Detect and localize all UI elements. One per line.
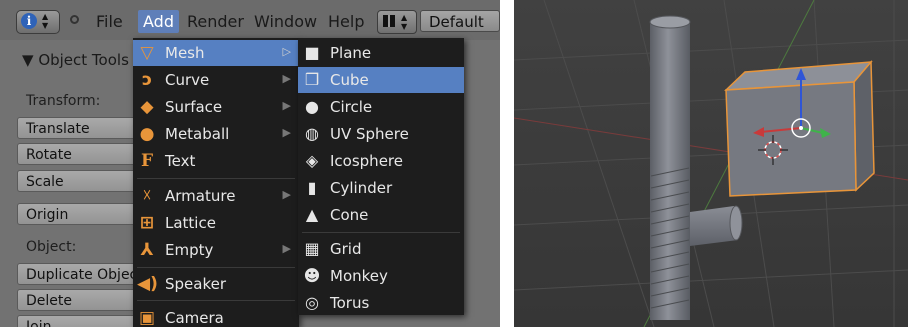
mesh-menu-item-label: Icosphere bbox=[330, 152, 403, 170]
cylinder-icon: ▮ bbox=[307, 178, 317, 197]
mesh-menu-item-icosphere[interactable]: ◈ Icosphere bbox=[298, 148, 464, 174]
add-menu-item-armature[interactable]: ☓ Armature ▶ bbox=[133, 183, 299, 209]
menu-separator bbox=[137, 300, 295, 301]
add-menu-item-surface[interactable]: ◆ Surface ▶ bbox=[133, 94, 299, 120]
cube-icon: ❒ bbox=[304, 70, 320, 89]
monkey-icon: ☻ bbox=[303, 266, 321, 285]
menu-window[interactable]: Window bbox=[254, 12, 317, 31]
mesh-menu-item-circle[interactable]: ● Circle bbox=[298, 94, 464, 120]
mesh-menu-item-label: Plane bbox=[330, 44, 372, 62]
mesh-menu-item-label: Cube bbox=[330, 71, 369, 89]
submenu-arrow-icon: ▶ bbox=[282, 72, 291, 85]
screen-layout-field[interactable]: Default bbox=[420, 10, 500, 32]
add-menu-item-label: Mesh bbox=[165, 44, 205, 62]
mesh-menu-item-torus[interactable]: ◎ Torus bbox=[298, 290, 464, 316]
submenu-arrow-icon: ▶ bbox=[282, 242, 291, 255]
add-menu-item-text[interactable]: F Text bbox=[133, 148, 299, 174]
torus-icon: ◎ bbox=[305, 293, 319, 312]
3d-viewport[interactable] bbox=[514, 0, 908, 327]
mesh-menu-item-plane[interactable]: ■ Plane bbox=[298, 40, 464, 66]
add-menu-item-empty[interactable]: ⅄ Empty ▶ bbox=[133, 237, 299, 263]
menu-render[interactable]: Render bbox=[187, 12, 244, 31]
plane-icon: ■ bbox=[304, 43, 320, 62]
menu-separator bbox=[302, 232, 460, 233]
viewport-canvas bbox=[514, 0, 908, 327]
submenu-arrow-icon: ▶ bbox=[282, 99, 291, 112]
updown-arrows-icon: ▲ ▼ bbox=[401, 13, 408, 31]
mesh-menu-item-cone[interactable]: ▲ Cone bbox=[298, 202, 464, 228]
add-menu-item-label: Curve bbox=[165, 71, 210, 89]
add-menu-item-label: Lattice bbox=[165, 214, 216, 232]
menu-file[interactable]: File bbox=[96, 12, 123, 31]
curve-icon: ↄ bbox=[141, 70, 153, 90]
text-icon: F bbox=[140, 151, 154, 171]
mesh-menu-item-label: Cylinder bbox=[330, 179, 393, 197]
lattice-icon: ⊞ bbox=[139, 213, 155, 233]
submenu-arrow-icon: ▷ bbox=[282, 45, 291, 58]
add-menu-item-mesh[interactable]: ▽ Mesh ▷ bbox=[133, 40, 299, 66]
mesh-menu-item-label: Monkey bbox=[330, 267, 388, 285]
info-icon: i bbox=[21, 13, 37, 29]
add-menu-item-label: Camera bbox=[165, 309, 224, 327]
object-tools-panel-header[interactable]: ▼ Object Tools bbox=[22, 51, 129, 69]
circle-icon: ● bbox=[305, 97, 319, 116]
mesh-menu-item-monkey[interactable]: ☻ Monkey bbox=[298, 263, 464, 289]
transform-label: Transform: bbox=[26, 93, 101, 109]
grid-icon: ▦ bbox=[304, 239, 320, 258]
add-menu-item-label: Armature bbox=[165, 187, 236, 205]
blender-ui-panel: i ▲ ▼ File Add Render Window Help ▲ ▼ Defa… bbox=[0, 0, 500, 327]
speaker-icon: ◀) bbox=[137, 274, 158, 294]
submenu-arrow-icon: ▶ bbox=[282, 188, 291, 201]
object-tools-title: Object Tools bbox=[38, 51, 129, 69]
mesh-menu-item-label: UV Sphere bbox=[330, 125, 409, 143]
mesh-menu-item-label: Cone bbox=[330, 206, 369, 224]
mesh-menu-item-label: Circle bbox=[330, 98, 373, 116]
menu-separator bbox=[137, 178, 295, 179]
surface-icon: ◆ bbox=[140, 97, 154, 117]
mesh-submenu: ■ Plane ❒ Cube ● Circle ◍ UV Sphere ◈ Ic… bbox=[298, 38, 464, 315]
editor-type-button[interactable]: i ▲ ▼ bbox=[16, 10, 60, 34]
updown-arrows-icon: ▲ ▼ bbox=[42, 12, 49, 30]
mesh-menu-item-label: Grid bbox=[330, 240, 362, 258]
armature-icon: ☓ bbox=[142, 186, 152, 206]
add-menu-item-label: Speaker bbox=[165, 275, 227, 293]
add-menu-item-metaball[interactable]: ● Metaball ▶ bbox=[133, 121, 299, 147]
camera-icon: ▣ bbox=[138, 308, 156, 327]
screen-layout-icon bbox=[383, 15, 395, 27]
uv-sphere-icon: ◍ bbox=[305, 124, 319, 143]
object-label: Object: bbox=[26, 239, 77, 255]
mesh-menu-item-uv-sphere[interactable]: ◍ UV Sphere bbox=[298, 121, 464, 147]
mesh-menu-item-label: Torus bbox=[330, 294, 370, 312]
mesh-menu-item-cylinder[interactable]: ▮ Cylinder bbox=[298, 175, 464, 201]
empty-icon: ⅄ bbox=[140, 240, 154, 260]
menu-add[interactable]: Add bbox=[138, 10, 179, 33]
mesh-menu-item-grid[interactable]: ▦ Grid bbox=[298, 236, 464, 262]
collapse-menus-icon[interactable] bbox=[70, 15, 79, 24]
submenu-arrow-icon: ▶ bbox=[282, 126, 291, 139]
mesh-menu-item-cube[interactable]: ❒ Cube bbox=[298, 67, 464, 93]
info-header: i ▲ ▼ File Add Render Window Help ▲ ▼ Defa… bbox=[0, 0, 500, 40]
add-menu-item-speaker[interactable]: ◀) Speaker bbox=[133, 271, 299, 297]
add-menu-item-lattice[interactable]: ⊞ Lattice bbox=[133, 210, 299, 236]
add-menu-item-label: Surface bbox=[165, 98, 223, 116]
add-menu-item-label: Metaball bbox=[165, 125, 230, 143]
metaball-icon: ● bbox=[139, 124, 155, 144]
cone-icon: ▲ bbox=[305, 205, 319, 224]
menu-help[interactable]: Help bbox=[328, 12, 364, 31]
icosphere-icon: ◈ bbox=[305, 151, 319, 170]
add-menu-item-curve[interactable]: ↄ Curve ▶ bbox=[133, 67, 299, 93]
add-menu: ▽ Mesh ▷ ↄ Curve ▶ ◆ Surface ▶ ● Metabal… bbox=[133, 38, 299, 327]
add-menu-item-camera[interactable]: ▣ Camera bbox=[133, 305, 299, 327]
add-menu-item-label: Text bbox=[165, 152, 196, 170]
mesh-icon: ▽ bbox=[140, 43, 154, 63]
screen-layout-button[interactable]: ▲ ▼ bbox=[377, 10, 417, 34]
add-menu-item-label: Empty bbox=[165, 241, 214, 259]
menu-separator bbox=[137, 267, 295, 268]
